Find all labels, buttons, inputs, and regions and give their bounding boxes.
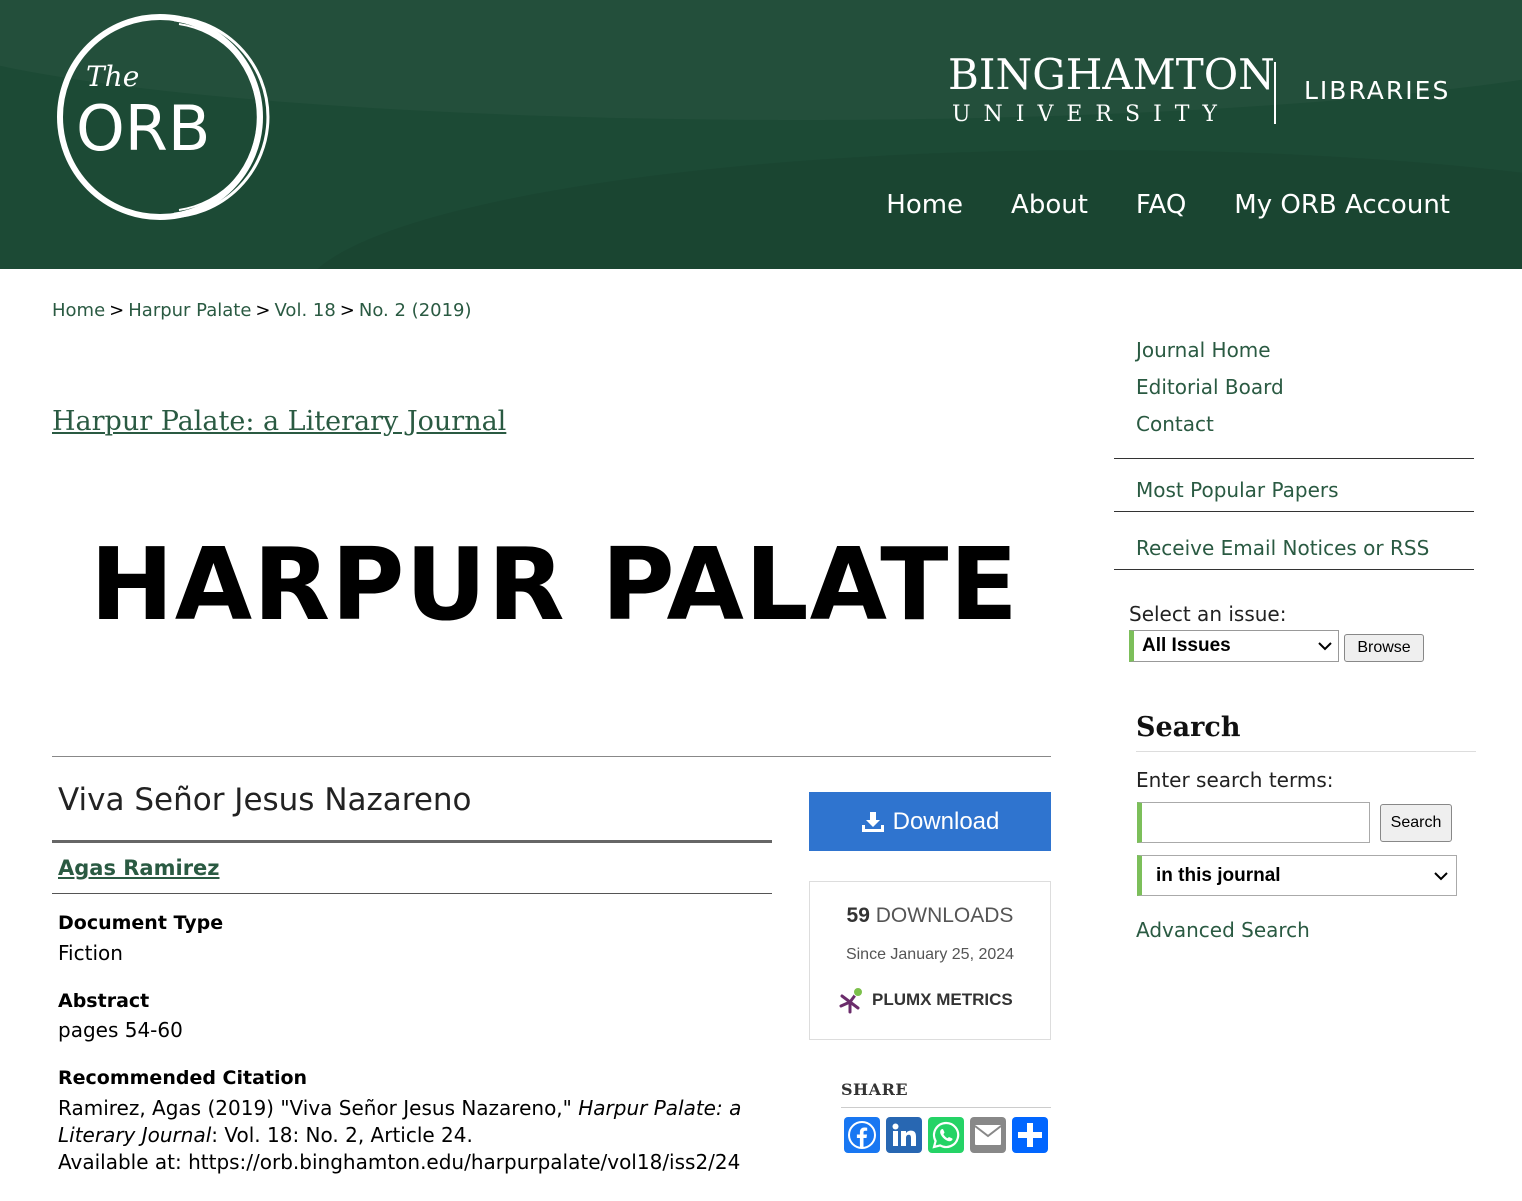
breadcrumb-journal[interactable]: Harpur Palate [128,300,251,321]
facebook-icon[interactable] [844,1117,880,1153]
university-name: BINGHAMTON [948,50,1275,99]
sidebar-divider [1114,458,1474,459]
nav-home[interactable]: Home [886,190,963,220]
download-since: Since January 25, 2024 [845,946,1015,963]
citation-available: Available at: https://orb.binghamton.edu… [58,1150,741,1174]
metrics-box: 59 DOWNLOADS Since January 25, 2024 PLUM… [809,881,1051,1040]
breadcrumb-issue[interactable]: No. 2 (2019) [359,300,472,321]
download-button[interactable]: Download [809,792,1051,851]
breadcrumb-separator: > [339,300,355,321]
share-icon[interactable] [1012,1117,1048,1153]
share-divider [841,1107,1051,1108]
download-label: Download [892,807,1000,835]
site-header: The ORB BINGHAMTON UNIVERSITY LIBRARIES … [0,0,1522,269]
abstract-value: pages 54-60 [58,1018,183,1042]
author-divider [52,893,772,894]
author-link[interactable]: Agas Ramirez [58,856,220,880]
title-divider [52,840,772,843]
plumx-icon [839,987,863,1014]
search-heading: Search [1136,712,1241,743]
orb-logo-the: The [86,60,139,93]
university-sub: UNIVERSITY [952,102,1230,127]
breadcrumb-volume[interactable]: Vol. 18 [275,300,336,321]
journal-nav: Journal Home Editorial Board Contact [1136,332,1284,443]
citation-text: Ramirez, Agas (2019) "Viva Señor Jesus N… [58,1095,758,1176]
binghamton-libraries-logo[interactable]: BINGHAMTON UNIVERSITY LIBRARIES [948,52,1458,132]
chevron-down-icon [1318,642,1332,651]
share-label: SHARE [841,1080,909,1099]
sidebar-item-contact[interactable]: Contact [1136,406,1284,443]
search-terms-label: Enter search terms: [1136,768,1334,792]
search-divider [1136,751,1476,752]
issue-select[interactable]: All Issues [1129,630,1339,662]
breadcrumb-home[interactable]: Home [52,300,105,321]
sidebar-divider [1114,511,1474,512]
search-scope-value: in this journal [1156,864,1281,886]
select-issue-label: Select an issue: [1129,602,1287,626]
breadcrumb: Home > Harpur Palate > Vol. 18 > No. 2 (2019) [52,300,472,321]
sidebar-divider [1114,569,1474,570]
advanced-search-link[interactable]: Advanced Search [1136,918,1310,942]
sidebar-item-email-notices[interactable]: Receive Email Notices or RSS [1136,536,1429,560]
plumx-label: PLUMX METRICS [872,990,1013,1009]
sidebar-item-journal-home[interactable]: Journal Home [1136,332,1284,369]
document-type-label: Document Type [58,912,224,934]
breadcrumb-separator: > [255,300,271,321]
email-icon[interactable] [970,1117,1006,1153]
browse-button[interactable]: Browse [1344,634,1424,662]
search-scope-select[interactable]: in this journal [1137,855,1457,896]
linkedin-icon[interactable] [886,1117,922,1153]
libraries-label: LIBRARIES [1304,76,1451,105]
top-nav: Home About FAQ My ORB Account [886,190,1450,220]
nav-my-orb-account[interactable]: My ORB Account [1234,190,1450,220]
download-icon [861,811,884,832]
article-title: Viva Señor Jesus Nazareno [58,782,472,818]
issue-select-value: All Issues [1142,635,1231,656]
orb-logo[interactable]: The ORB [50,10,280,225]
search-button[interactable]: Search [1380,804,1452,842]
divider [52,756,1051,757]
sidebar-item-editorial-board[interactable]: Editorial Board [1136,369,1284,406]
plumx-metrics-link[interactable]: PLUMX METRICS [838,986,1013,1014]
journal-banner: HARPUR PALATE [90,526,1019,643]
whatsapp-icon[interactable] [928,1117,964,1153]
nav-faq[interactable]: FAQ [1136,190,1186,220]
orb-logo-orb: ORB [76,92,210,165]
share-icons [844,1117,1048,1153]
search-input[interactable] [1137,802,1370,843]
logo-divider [1274,62,1276,124]
download-count-label: DOWNLOADS [875,904,1014,927]
citation-part1: Ramirez, Agas (2019) "Viva Señor Jesus N… [58,1096,579,1120]
sidebar-item-most-popular[interactable]: Most Popular Papers [1136,478,1339,502]
abstract-label: Abstract [58,990,150,1012]
document-type-value: Fiction [58,941,123,965]
journal-title-link[interactable]: Harpur Palate: a Literary Journal [52,406,506,437]
citation-label: Recommended Citation [58,1067,308,1089]
breadcrumb-separator: > [109,300,125,321]
citation-part2: : Vol. 18: No. 2, Article 24. [211,1123,473,1147]
chevron-down-icon [1434,871,1448,880]
download-count-number: 59 [846,904,870,927]
download-count: 59 DOWNLOADS [810,904,1050,928]
nav-about[interactable]: About [1011,190,1088,220]
